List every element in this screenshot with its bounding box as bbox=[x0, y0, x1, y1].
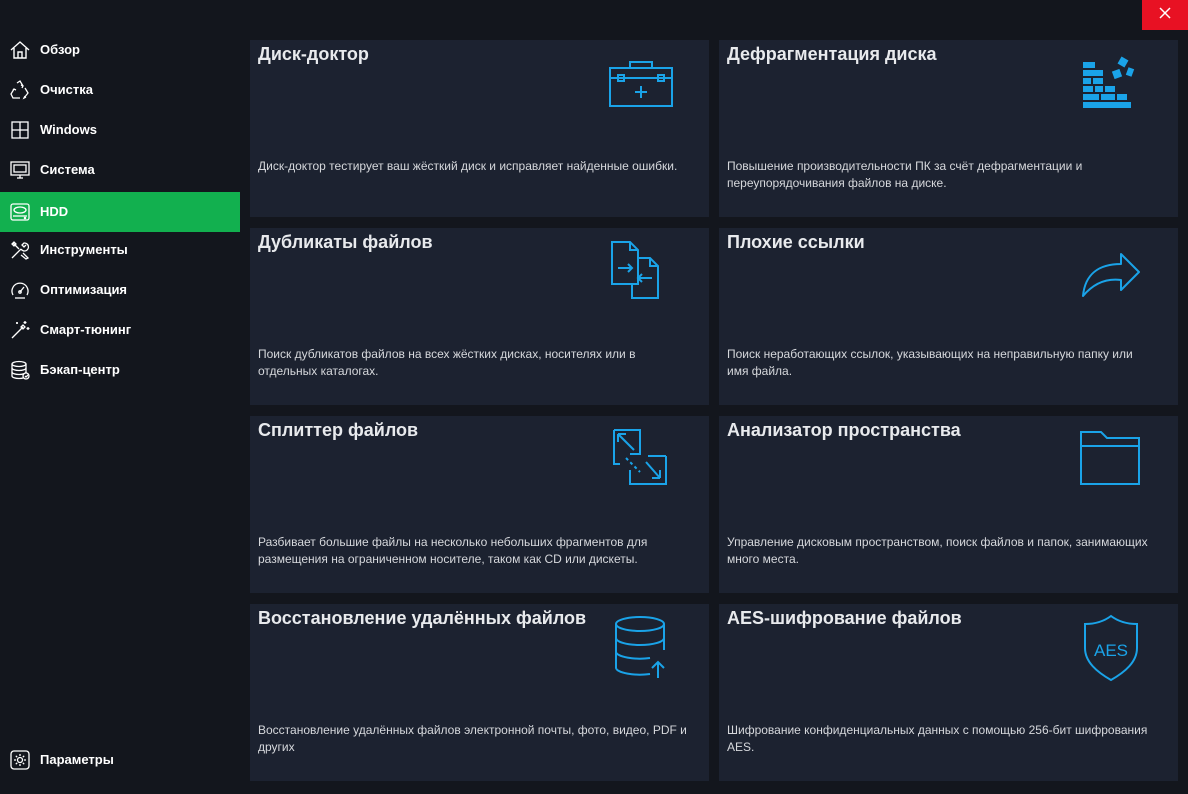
sidebar-item-label: HDD bbox=[40, 204, 69, 219]
card-aes-encryption[interactable]: AES-шифрование файлов AES Шифрование кон… bbox=[719, 604, 1178, 781]
sidebar-item-smart-tuning[interactable]: Смарт-тюнинг bbox=[0, 310, 240, 350]
card-file-recovery[interactable]: Восстановление удалённых файлов Восстано… bbox=[250, 604, 709, 781]
database-restore-icon bbox=[602, 614, 682, 682]
split-file-icon bbox=[602, 426, 682, 494]
defrag-blocks-icon bbox=[1071, 50, 1151, 118]
card-title: Диск-доктор bbox=[258, 44, 369, 64]
sidebar-item-overview[interactable]: Обзор bbox=[0, 30, 240, 70]
card-description: Восстановление удалённых файлов электрон… bbox=[258, 723, 687, 754]
sidebar-item-windows[interactable]: Windows bbox=[0, 110, 240, 150]
aes-shield-icon: AES bbox=[1071, 614, 1151, 682]
card-title: Восстановление удалённых файлов bbox=[258, 608, 587, 628]
share-arrow-icon bbox=[1071, 238, 1151, 306]
card-description: Шифрование конфиденциальных данных с пом… bbox=[727, 723, 1148, 754]
card-defragmentation[interactable]: Дефрагментация диска Повышение производи… bbox=[719, 40, 1178, 217]
card-description: Поиск неработающих ссылок, указывающих н… bbox=[727, 347, 1133, 378]
sidebar-item-hdd[interactable]: HDD bbox=[0, 192, 240, 232]
sidebar-item-label: Обзор bbox=[40, 42, 80, 57]
card-title: Дефрагментация диска bbox=[727, 44, 937, 64]
card-description: Повышение производительности ПК за счёт … bbox=[727, 159, 1083, 190]
sidebar-item-system[interactable]: Система bbox=[0, 150, 240, 190]
sidebar-item-cleanup[interactable]: Очистка bbox=[0, 70, 240, 110]
home-icon bbox=[9, 39, 31, 61]
card-file-splitter[interactable]: Сплиттер файлов Разбивает большие файлы … bbox=[250, 416, 709, 593]
database-icon bbox=[9, 359, 31, 381]
card-broken-links[interactable]: Плохие ссылки Поиск неработающих ссылок,… bbox=[719, 228, 1178, 405]
monitor-icon bbox=[9, 159, 31, 181]
card-description: Разбивает большие файлы на несколько неб… bbox=[258, 535, 648, 566]
card-description: Диск-доктор тестирует ваш жёсткий диск и… bbox=[258, 159, 678, 173]
settings-button[interactable]: Параметры bbox=[0, 740, 240, 780]
tools-icon bbox=[9, 239, 31, 261]
gear-icon bbox=[9, 749, 31, 771]
card-description: Управление дисковым пространством, поиск… bbox=[727, 535, 1148, 566]
sidebar-item-label: Оптимизация bbox=[40, 282, 128, 297]
sidebar-item-tools[interactable]: Инструменты bbox=[0, 230, 240, 270]
card-title: AES-шифрование файлов bbox=[727, 608, 962, 628]
medical-kit-icon bbox=[602, 50, 682, 118]
folder-icon bbox=[1071, 426, 1151, 494]
card-description: Поиск дубликатов файлов на всех жёстких … bbox=[258, 347, 636, 378]
sidebar: Обзор Очистка Windows Система HDD Инстру… bbox=[0, 0, 240, 794]
settings-label: Параметры bbox=[40, 752, 114, 767]
close-button[interactable] bbox=[1142, 0, 1188, 30]
card-title: Сплиттер файлов bbox=[258, 420, 419, 440]
sidebar-item-label: Система bbox=[40, 162, 95, 177]
aes-icon-text: AES bbox=[1094, 641, 1128, 660]
close-icon bbox=[1159, 6, 1171, 24]
card-duplicate-files[interactable]: Дубликаты файлов Поиск дубликатов файлов… bbox=[250, 228, 709, 405]
hdd-icon bbox=[9, 201, 31, 223]
windows-icon bbox=[9, 119, 31, 141]
card-space-analyzer[interactable]: Анализатор пространства Управление диско… bbox=[719, 416, 1178, 593]
sidebar-item-label: Windows bbox=[40, 122, 97, 137]
gauge-icon bbox=[9, 279, 31, 301]
card-title: Дубликаты файлов bbox=[258, 232, 433, 252]
duplicate-files-icon bbox=[602, 238, 682, 306]
card-title: Анализатор пространства bbox=[727, 420, 961, 440]
magic-wand-icon bbox=[9, 319, 31, 341]
sidebar-item-label: Инструменты bbox=[40, 242, 128, 257]
sidebar-item-backup[interactable]: Бэкап-центр bbox=[0, 350, 240, 390]
sidebar-item-label: Бэкап-центр bbox=[40, 362, 120, 377]
sidebar-item-label: Смарт-тюнинг bbox=[40, 322, 132, 337]
sidebar-item-label: Очистка bbox=[40, 82, 93, 97]
card-disk-doctor[interactable]: Диск-доктор Диск-доктор тестирует ваш жё… bbox=[250, 40, 709, 217]
recycle-icon bbox=[9, 79, 31, 101]
card-title: Плохие ссылки bbox=[727, 232, 865, 252]
sidebar-item-optimization[interactable]: Оптимизация bbox=[0, 270, 240, 310]
